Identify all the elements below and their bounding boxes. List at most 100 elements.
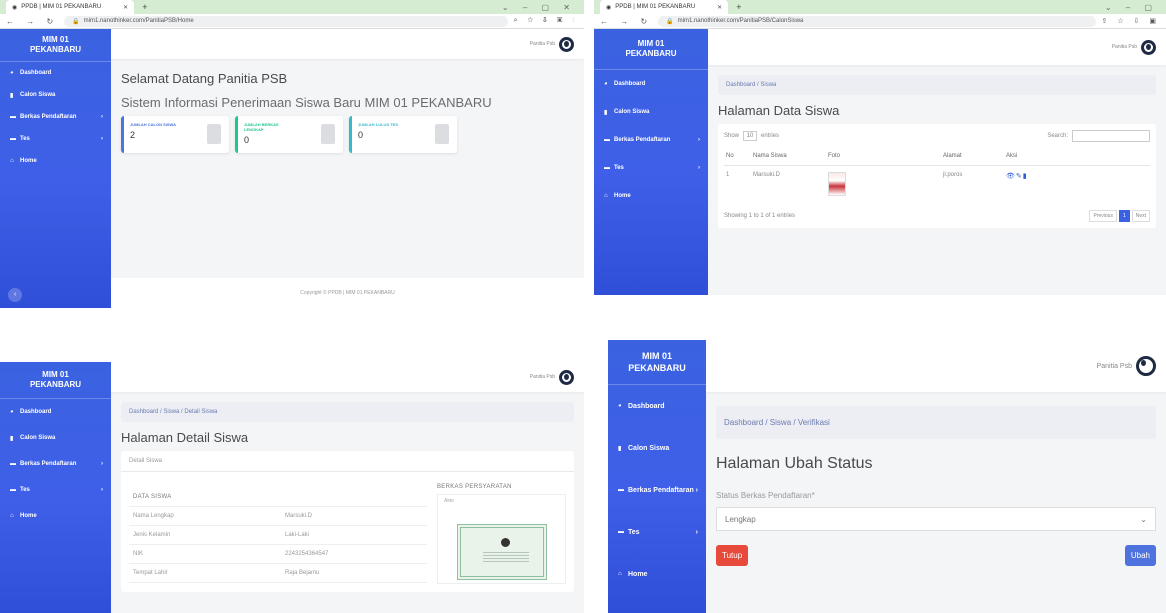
address-bar[interactable]: 🔒 mim1.nanothinker.com/PanitiaPSB/CalonS… <box>658 15 1096 27</box>
window-controls[interactable]: ⌄ – ▢ ✕ <box>502 3 576 12</box>
sidebar-item-calon-siswa[interactable]: ▮ Calon Siswa <box>594 98 708 126</box>
sidebar-item-calon-siswa[interactable]: ▮ Calon Siswa <box>608 427 706 469</box>
sidebar-toggle-icon[interactable]: ‹ <box>8 288 22 302</box>
brand[interactable]: MIM 01 PEKANBARU <box>0 362 111 399</box>
brand-line2: PEKANBARU <box>29 45 82 54</box>
cell-nama: Marsuki.D <box>753 172 781 178</box>
sidebar-item-tes[interactable]: ▬ Tes › <box>608 511 706 553</box>
sidebar-item-label: Berkas Pendaftaran <box>20 461 77 467</box>
avatar[interactable] <box>1141 39 1156 55</box>
col-alamat[interactable]: Alamat <box>943 153 1003 159</box>
sidebar-item-berkas-pendaftaran[interactable]: ▬ Berkas Pendaftaran › <box>0 106 111 128</box>
home-icon: ⌂ <box>604 193 608 199</box>
sidebar-item-calon-siswa[interactable]: ▮ Calon Siswa <box>0 425 111 451</box>
user-name[interactable]: Panitia Psb <box>1097 363 1132 370</box>
page-length-control[interactable]: Show 10 entries <box>724 131 780 141</box>
browser-tab[interactable]: ◉ PPDB | MIM 01 PEKANBARU ✕ <box>600 0 729 14</box>
page-title: Halaman Detail Siswa <box>121 430 249 445</box>
breadcrumb[interactable]: Dashboard / Siswa <box>718 75 1156 95</box>
card-title: Detail Siswa <box>121 451 574 472</box>
sidebar-item-home[interactable]: ⌂ Home <box>0 503 111 529</box>
sidebar-item-home[interactable]: ⌂ Home <box>594 182 708 210</box>
nav-buttons[interactable]: ← → ↻ <box>600 17 652 26</box>
akte-document[interactable]: Akte <box>437 494 566 584</box>
data-heading: DATA SISWA <box>129 488 427 507</box>
brand[interactable]: MIM 01 PEKANBARU <box>608 340 706 385</box>
sidebar-item-berkas-pendaftaran[interactable]: ▬ Berkas Pendaftaran › <box>594 126 708 154</box>
detail-row: NIK 2243254364547 <box>129 545 427 564</box>
home-icon: ⌂ <box>10 513 14 519</box>
sidebar-item-label: Home <box>20 513 37 519</box>
page-length-select[interactable]: 10 <box>742 131 758 141</box>
sidebar-item-home[interactable]: ⌂ Home <box>608 553 706 595</box>
sidebar-item-dashboard[interactable]: ◕ Dashboard <box>0 399 111 425</box>
card-calon-siswa[interactable]: JUMLAH CALON SISWA 2 <box>121 116 229 153</box>
sidebar: MIM 01 PEKANBARU ◕ Dashboard ▮ Calon Siswa ▬… <box>594 29 708 295</box>
brand[interactable]: MIM 01 PEKANBARU <box>0 29 111 62</box>
user-name[interactable]: Panitia Psb <box>530 41 555 47</box>
col-foto[interactable]: Foto <box>828 153 940 159</box>
browser-tab[interactable]: ◉ PPDB | MIM 01 PEKANBARU ✕ <box>6 0 135 14</box>
tab-title: PPDB | MIM 01 PEKANBARU <box>615 4 696 10</box>
clipboard-icon <box>435 124 449 144</box>
card-lulus-tes[interactable]: JUMLAH LULUS TES 0 <box>349 116 457 153</box>
view-icon[interactable]: 👁 <box>1006 173 1016 180</box>
breadcrumb[interactable]: Dashboard / Siswa / Detail Siswa <box>121 402 574 422</box>
close-tab-icon[interactable]: ✕ <box>123 4 128 11</box>
close-button[interactable]: Tutup <box>716 545 749 566</box>
sidebar-item-tes[interactable]: ▬ Tes › <box>0 477 111 503</box>
avatar[interactable] <box>1136 356 1156 376</box>
nav-buttons[interactable]: ← → ↻ <box>6 17 58 26</box>
address-bar[interactable]: 🔒 mim1.nanothinker.com/PanitiaPSB/Home <box>64 15 508 27</box>
field-value: Raja Bejamu <box>285 570 320 576</box>
col-nama[interactable]: Nama Siswa <box>753 153 825 159</box>
document-icon: ▬ <box>10 461 16 467</box>
card-label: JUMLAH CALON SISWA <box>130 122 176 127</box>
edit-icon[interactable]: ✎ <box>1016 173 1023 180</box>
sidebar-item-calon-siswa[interactable]: ▮ Calon Siswa <box>0 84 111 106</box>
new-tab-icon[interactable]: + <box>142 2 147 12</box>
field-label: Tempat Lahir <box>133 570 168 576</box>
page-1-button[interactable]: 1 <box>1118 210 1130 222</box>
col-no[interactable]: No <box>726 153 750 159</box>
status-select[interactable]: Lengkap ⌄ <box>716 507 1156 531</box>
document-icon: ▬ <box>618 487 624 493</box>
browser-action-icons[interactable]: ⌕ ☆ ⇩ ▣ ⋮ <box>514 17 578 25</box>
card-berkas-lengkap[interactable]: JUMLAH BERKAS LENGKAP 0 <box>235 116 343 153</box>
avatar[interactable] <box>559 36 574 52</box>
close-tab-icon[interactable]: ✕ <box>717 4 722 11</box>
user-name[interactable]: Panitia Psb <box>530 374 555 380</box>
delete-icon[interactable]: ▮ <box>1023 173 1028 180</box>
search-input[interactable] <box>1072 130 1150 142</box>
chevron-down-icon: ⌄ <box>1140 514 1147 524</box>
window-controls[interactable]: ⌄ – ▢ <box>1105 3 1158 12</box>
submit-button[interactable]: Ubah <box>1124 545 1156 566</box>
sidebar-item-berkas-pendaftaran[interactable]: ▬ Berkas Pendaftaran › <box>0 451 111 477</box>
new-tab-icon[interactable]: + <box>736 2 741 12</box>
siswa-table: Show 10 entries Search: No Nama Siswa Fo… <box>718 124 1156 228</box>
brand[interactable]: MIM 01 PEKANBARU <box>594 29 708 70</box>
prev-button[interactable]: Previous <box>1089 210 1117 222</box>
status-label: Status Berkas Pendaftaran* <box>716 491 815 500</box>
col-aksi[interactable]: Aksi <box>1006 153 1042 159</box>
next-button[interactable]: Next <box>1131 210 1150 222</box>
sidebar-item-dashboard[interactable]: ◕ Dashboard <box>608 385 706 427</box>
entries-label: entries <box>761 133 780 139</box>
sidebar-item-home[interactable]: ⌂ Home <box>0 150 111 172</box>
url-text: mim1.nanothinker.com/PanitiaPSB/Home <box>83 18 194 24</box>
sidebar-item-tes[interactable]: ▬ Tes › <box>0 128 111 150</box>
sidebar-item-dashboard[interactable]: ◕ Dashboard <box>594 70 708 98</box>
avatar[interactable] <box>559 369 574 385</box>
sidebar-item-label: Tes <box>614 165 624 171</box>
breadcrumb[interactable]: Dashboard / Siswa / Verifikasi <box>716 406 1156 439</box>
field-value: Marsuki.D <box>285 513 313 519</box>
user-name[interactable]: Panitia Psb <box>1112 44 1137 50</box>
certificate-image[interactable] <box>456 524 547 580</box>
sidebar-item-tes[interactable]: ▬ Tes › <box>594 154 708 182</box>
browser-action-icons[interactable]: ⇪ ☆ ⇩ ▣ <box>1102 17 1160 25</box>
sidebar-item-label: Tes <box>20 136 30 142</box>
sidebar: MIM 01 PEKANBARU ◕ Dashboard ▮ Calon Siswa ▬… <box>608 340 706 613</box>
sidebar-item-berkas-pendaftaran[interactable]: ▬ Berkas Pendaftaran › <box>608 469 706 511</box>
sidebar-item-dashboard[interactable]: ◕ Dashboard <box>0 62 111 84</box>
calendar-icon <box>207 124 221 144</box>
